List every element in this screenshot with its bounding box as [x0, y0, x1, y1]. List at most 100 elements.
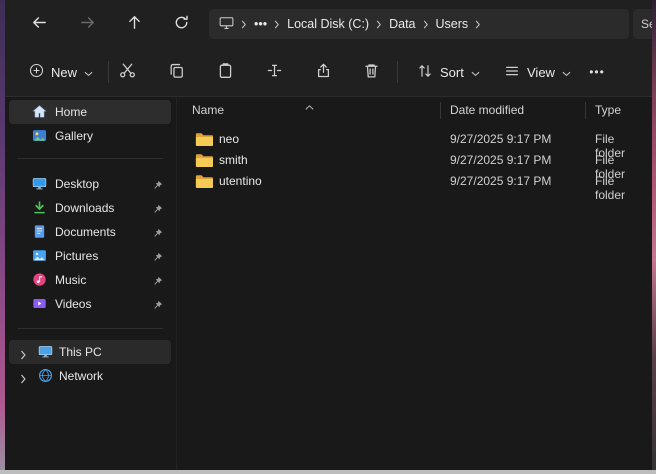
sidebar-item-label: Music [55, 273, 86, 287]
folder-icon [195, 153, 213, 173]
videos-icon [32, 296, 47, 311]
chevron-right-icon[interactable] [20, 347, 27, 365]
sidebar-item-label: Home [55, 105, 87, 119]
sort-button[interactable]: Sort [407, 57, 490, 87]
paste-button[interactable] [209, 56, 241, 88]
folder-icon [195, 132, 213, 152]
cut-button[interactable] [111, 56, 143, 88]
up-button[interactable] [120, 10, 148, 38]
view-button[interactable]: View [494, 57, 581, 87]
copy-button[interactable] [160, 56, 192, 88]
chevron-down-icon [471, 65, 480, 80]
refresh-icon [173, 14, 190, 34]
file-name: neo [219, 132, 239, 146]
sidebar-item-documents[interactable]: Documents [9, 220, 171, 244]
pin-icon [152, 298, 163, 316]
file-date-modified: 9/27/2025 9:17 PM [450, 153, 551, 167]
ellipsis-icon: ••• [589, 65, 605, 79]
column-header-name[interactable]: Name [192, 103, 224, 117]
arrow-up-icon [126, 14, 143, 34]
sidebar-item-gallery[interactable]: Gallery [9, 124, 171, 148]
new-button[interactable]: New [19, 57, 103, 87]
clipboard-icon [217, 62, 234, 82]
sidebar-item-videos[interactable]: Videos [9, 292, 171, 316]
sidebar-item-label: This PC [59, 345, 102, 359]
chevron-right-icon [274, 20, 280, 29]
breadcrumb[interactable]: ••• Local Disk (C:) Data Users [209, 9, 629, 39]
back-button[interactable] [25, 10, 53, 38]
chevron-down-icon [84, 65, 93, 80]
rename-button[interactable] [258, 56, 290, 88]
toolbar: New [5, 48, 652, 97]
sidebar-item-home[interactable]: Home [9, 100, 171, 124]
view-button-label: View [527, 65, 555, 80]
sidebar-item-this-pc[interactable]: This PC [9, 340, 171, 364]
refresh-button[interactable] [167, 10, 195, 38]
sidebar-item-label: Network [59, 369, 103, 383]
sidebar-item-pictures[interactable]: Pictures [9, 244, 171, 268]
file-row-utentino[interactable]: utentino 9/27/2025 9:17 PM File folder [177, 171, 647, 192]
sidebar-item-label: Documents [55, 225, 116, 239]
chevron-right-icon [376, 20, 382, 29]
file-row-neo[interactable]: neo 9/27/2025 9:17 PM File folder [177, 129, 647, 150]
sort-ascending-icon [305, 99, 314, 113]
column-divider[interactable] [585, 102, 586, 119]
pin-icon [152, 250, 163, 268]
search-input[interactable]: Se [633, 9, 652, 39]
view-icon [504, 63, 520, 82]
file-list-pane: Name Date modified Type neo 9/27/2025 9:… [177, 97, 652, 470]
copy-icon [168, 62, 185, 82]
forward-button[interactable] [73, 10, 101, 38]
desktop-edge-bottom [0, 470, 656, 474]
file-explorer-window: ••• Local Disk (C:) Data Users Se [5, 0, 652, 470]
folder-icon [195, 174, 213, 194]
arrow-right-icon [79, 14, 96, 34]
pin-icon [152, 178, 163, 196]
sidebar-item-downloads[interactable]: Downloads [9, 196, 171, 220]
chevron-right-icon [475, 20, 481, 29]
toolbar-separator [397, 61, 398, 83]
new-button-label: New [51, 65, 77, 80]
breadcrumb-overflow[interactable]: ••• [254, 17, 267, 31]
pictures-icon [32, 248, 47, 263]
monitor-icon [219, 16, 234, 33]
pin-icon [152, 274, 163, 292]
column-header-date-modified[interactable]: Date modified [450, 103, 524, 117]
this-pc-icon [38, 344, 53, 359]
pin-icon [152, 202, 163, 220]
rename-icon [266, 62, 283, 82]
sidebar-item-label: Downloads [55, 201, 114, 215]
chevron-down-icon [562, 65, 571, 80]
home-icon [32, 104, 47, 119]
downloads-icon [32, 200, 47, 215]
column-header-type[interactable]: Type [595, 103, 621, 117]
sort-icon [417, 63, 433, 82]
chevron-right-icon [423, 20, 429, 29]
sidebar-item-label: Videos [55, 297, 91, 311]
breadcrumb-item-users[interactable]: Users [436, 17, 469, 31]
sidebar-item-network[interactable]: Network [9, 364, 171, 388]
sidebar-separator [17, 158, 163, 159]
desktop-icon [32, 176, 47, 191]
breadcrumb-item-data[interactable]: Data [389, 17, 415, 31]
file-date-modified: 9/27/2025 9:17 PM [450, 174, 551, 188]
sidebar-item-music[interactable]: Music [9, 268, 171, 292]
chevron-right-icon[interactable] [20, 371, 27, 389]
sort-button-label: Sort [440, 65, 464, 80]
column-divider[interactable] [440, 102, 441, 119]
file-row-smith[interactable]: smith 9/27/2025 9:17 PM File folder [177, 150, 647, 171]
breadcrumb-item-local-disk[interactable]: Local Disk (C:) [287, 17, 369, 31]
chevron-right-icon [241, 20, 247, 29]
scissors-icon [119, 62, 136, 82]
sidebar-item-desktop[interactable]: Desktop [9, 172, 171, 196]
file-date-modified: 9/27/2025 9:17 PM [450, 132, 551, 146]
network-icon [38, 368, 53, 383]
delete-button[interactable] [355, 56, 387, 88]
pin-icon [152, 226, 163, 244]
more-options-button[interactable]: ••• [581, 56, 613, 88]
arrow-left-icon [31, 14, 48, 34]
column-header-row: Name Date modified Type [177, 100, 652, 120]
music-icon [32, 272, 47, 287]
share-button[interactable] [307, 56, 339, 88]
desktop-edge-right [652, 0, 656, 474]
